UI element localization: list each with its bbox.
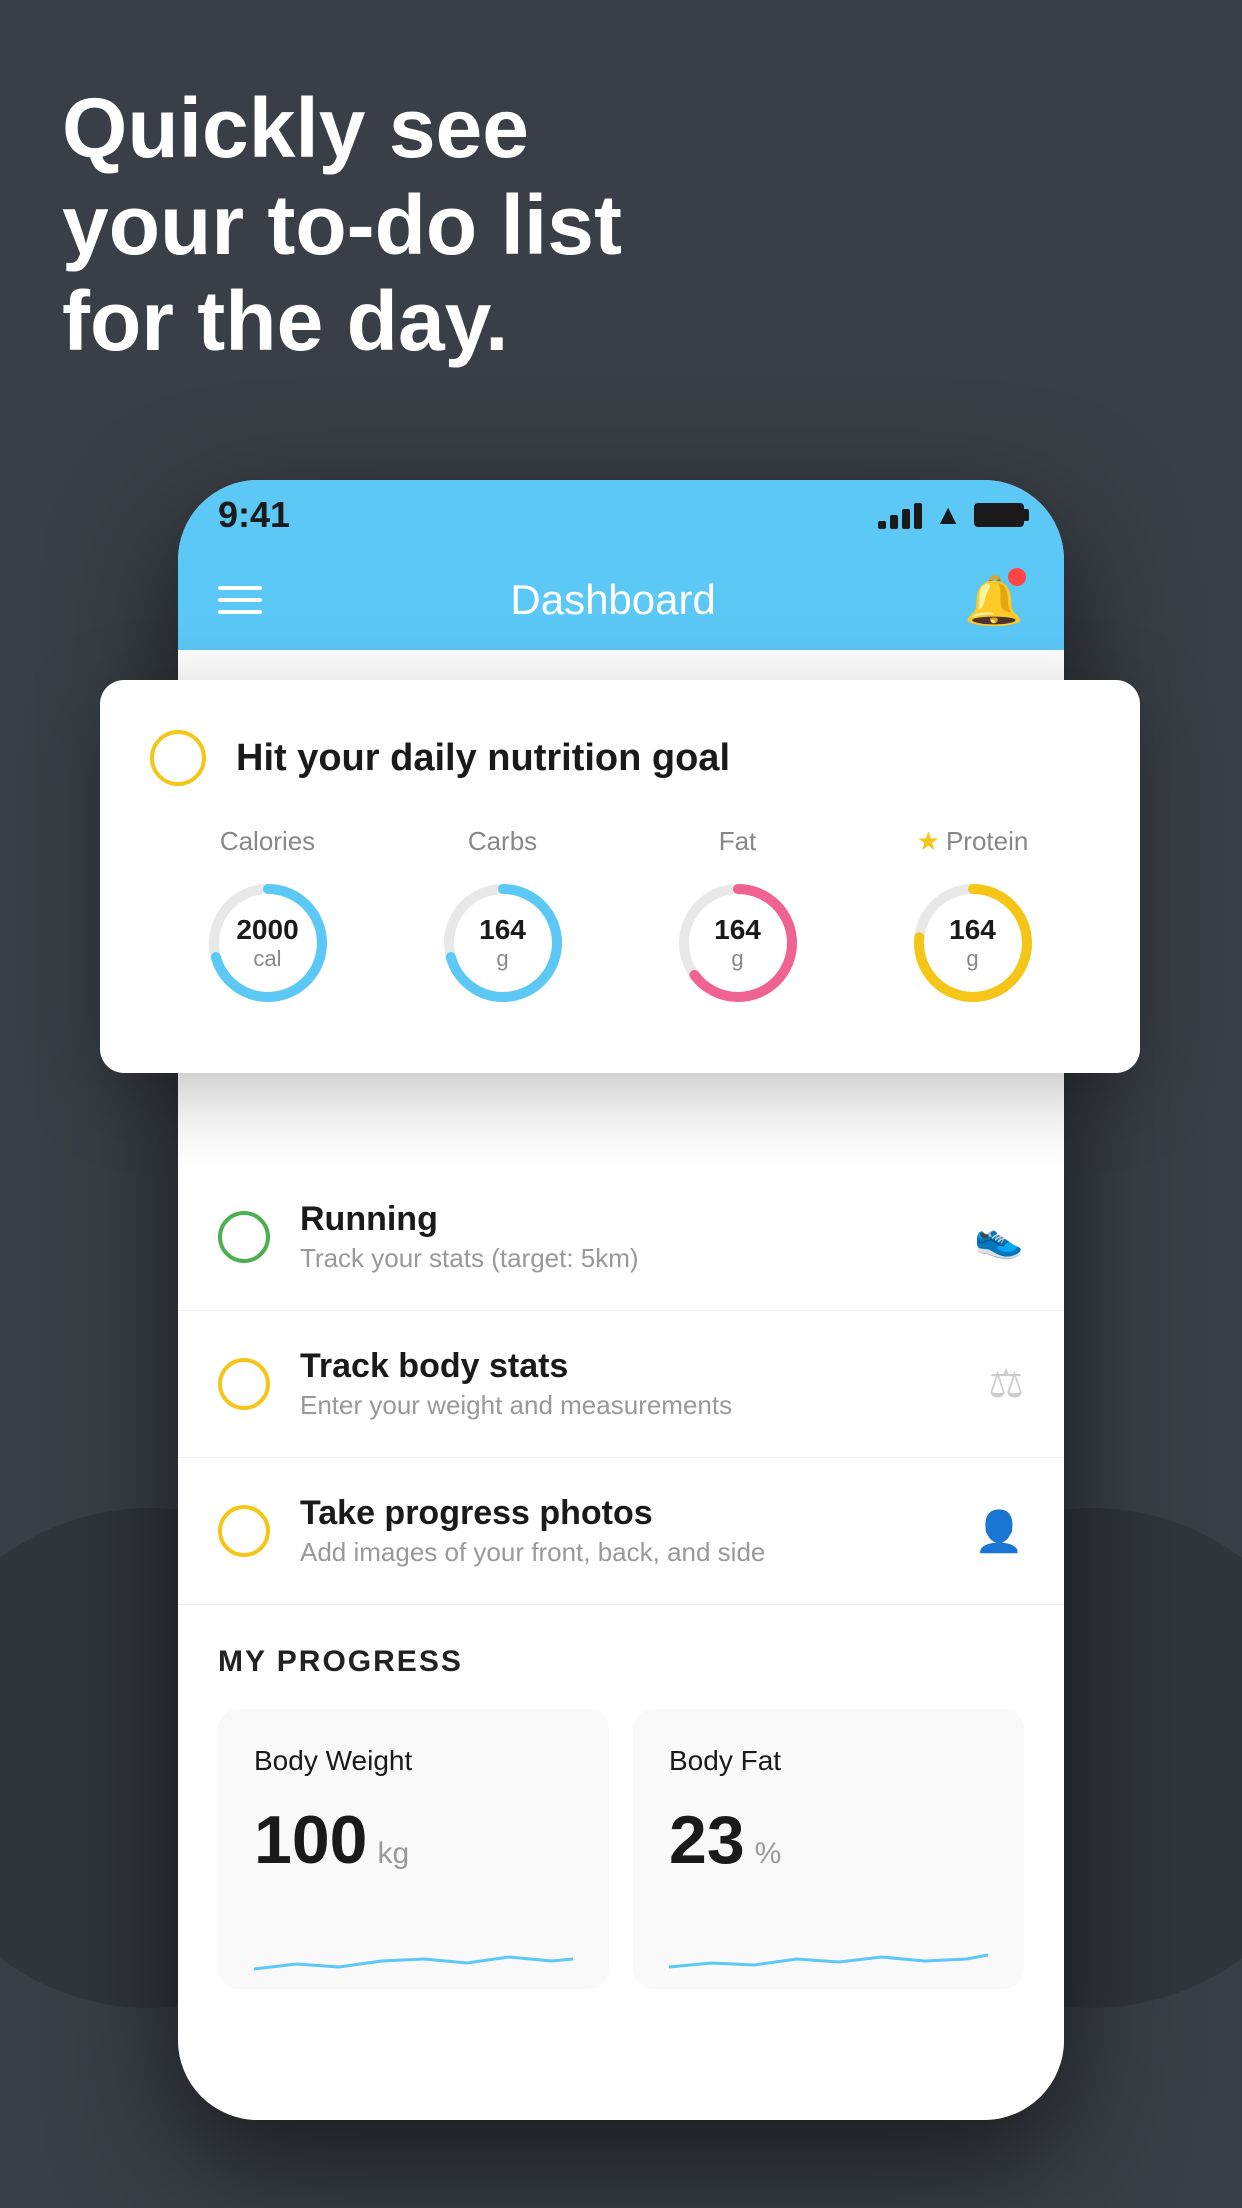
nutrition-check-circle [150,730,206,786]
macro-protein-label-row: ★ Protein [917,826,1029,857]
body-fat-number: 23 [669,1801,745,1879]
body-weight-title: Body Weight [254,1745,573,1777]
macro-carbs: Carbs 164 g [433,826,573,1013]
nutrition-card-title: Hit your daily nutrition goal [236,737,730,780]
macro-fat-label: Fat [719,826,757,857]
status-time: 9:41 [218,494,290,536]
hamburger-line-2 [218,598,262,602]
macro-protein-label: Protein [946,826,1028,857]
body-fat-title: Body Fat [669,1745,988,1777]
notification-button[interactable]: 🔔 [964,572,1024,629]
card-title-row: Hit your daily nutrition goal [150,730,1090,786]
body-weight-card[interactable]: Body Weight 100 kg [218,1709,609,1989]
todo-text-body-stats: Track body stats Enter your weight and m… [300,1347,988,1421]
person-icon: 👤 [974,1508,1024,1555]
todo-subtitle-running: Track your stats (target: 5km) [300,1243,974,1274]
progress-cards: Body Weight 100 kg Body Fat [218,1709,1024,1989]
status-bar: 9:41 ▲ [178,480,1064,550]
scale-icon: ⚖ [988,1361,1024,1407]
todo-title-photos: Take progress photos [300,1494,974,1533]
macro-protein-unit: g [966,946,978,971]
todo-circle-running [218,1211,270,1263]
macro-calories-value: 2000 [236,914,298,946]
todo-subtitle-photos: Add images of your front, back, and side [300,1537,974,1568]
macro-fat-text: 164 g [714,914,761,972]
macro-protein-circle: 164 g [903,873,1043,1013]
macro-calories-circle: 2000 cal [198,873,338,1013]
todo-circle-photos [218,1505,270,1557]
todo-title-running: Running [300,1200,974,1239]
macro-calories-unit: cal [253,946,281,971]
app-header: Dashboard 🔔 [178,550,1064,650]
body-weight-unit: kg [377,1837,409,1871]
macro-carbs-label: Carbs [468,826,537,857]
macro-calories-text: 2000 cal [236,914,298,972]
todo-text-running: Running Track your stats (target: 5km) [300,1200,974,1274]
status-icons: ▲ [878,499,1024,531]
nutrition-card: Hit your daily nutrition goal Calories 2… [100,680,1140,1073]
macro-protein-value: 164 [949,914,996,946]
hamburger-line-1 [218,586,262,590]
wifi-icon: ▲ [934,499,962,531]
macro-protein: ★ Protein 164 g [903,826,1043,1013]
body-weight-chart [254,1909,573,1989]
macro-fat-unit: g [731,946,743,971]
todo-item-photos[interactable]: Take progress photos Add images of your … [178,1458,1064,1605]
macro-carbs-circle: 164 g [433,873,573,1013]
progress-header: MY PROGRESS [218,1645,1024,1679]
headline-line3: for the day. [62,274,509,368]
notification-badge [1008,568,1026,586]
todo-title-body-stats: Track body stats [300,1347,988,1386]
shoe-icon: 👟 [974,1214,1024,1261]
battery-icon [974,503,1024,527]
body-fat-value-row: 23 % [669,1801,988,1879]
macro-carbs-value: 164 [479,914,526,946]
todo-item-body-stats[interactable]: Track body stats Enter your weight and m… [178,1311,1064,1458]
body-fat-chart [669,1909,988,1989]
body-fat-unit: % [755,1837,782,1871]
star-icon: ★ [917,826,940,857]
todo-circle-body-stats [218,1358,270,1410]
macro-calories: Calories 2000 cal [198,826,338,1013]
macros-row: Calories 2000 cal Carbs [150,826,1090,1013]
menu-button[interactable] [218,586,262,614]
progress-section: MY PROGRESS Body Weight 100 kg [178,1605,1064,2029]
headline: Quickly see your to-do list for the day. [62,80,622,370]
macro-fat-value: 164 [714,914,761,946]
headline-line2: your to-do list [62,178,622,272]
todo-subtitle-body-stats: Enter your weight and measurements [300,1390,988,1421]
macro-carbs-unit: g [496,946,508,971]
macro-fat: Fat 164 g [668,826,808,1013]
todo-list: Running Track your stats (target: 5km) 👟… [178,1164,1064,2029]
body-weight-number: 100 [254,1801,367,1879]
macro-fat-circle: 164 g [668,873,808,1013]
macro-carbs-text: 164 g [479,914,526,972]
signal-icon [878,501,922,529]
todo-item-running[interactable]: Running Track your stats (target: 5km) 👟 [178,1164,1064,1311]
macro-calories-label: Calories [220,826,315,857]
headline-line1: Quickly see [62,81,529,175]
hamburger-line-3 [218,610,262,614]
macro-protein-text: 164 g [949,914,996,972]
body-fat-card[interactable]: Body Fat 23 % [633,1709,1024,1989]
page-title: Dashboard [510,576,715,624]
body-weight-value-row: 100 kg [254,1801,573,1879]
todo-text-photos: Take progress photos Add images of your … [300,1494,974,1568]
